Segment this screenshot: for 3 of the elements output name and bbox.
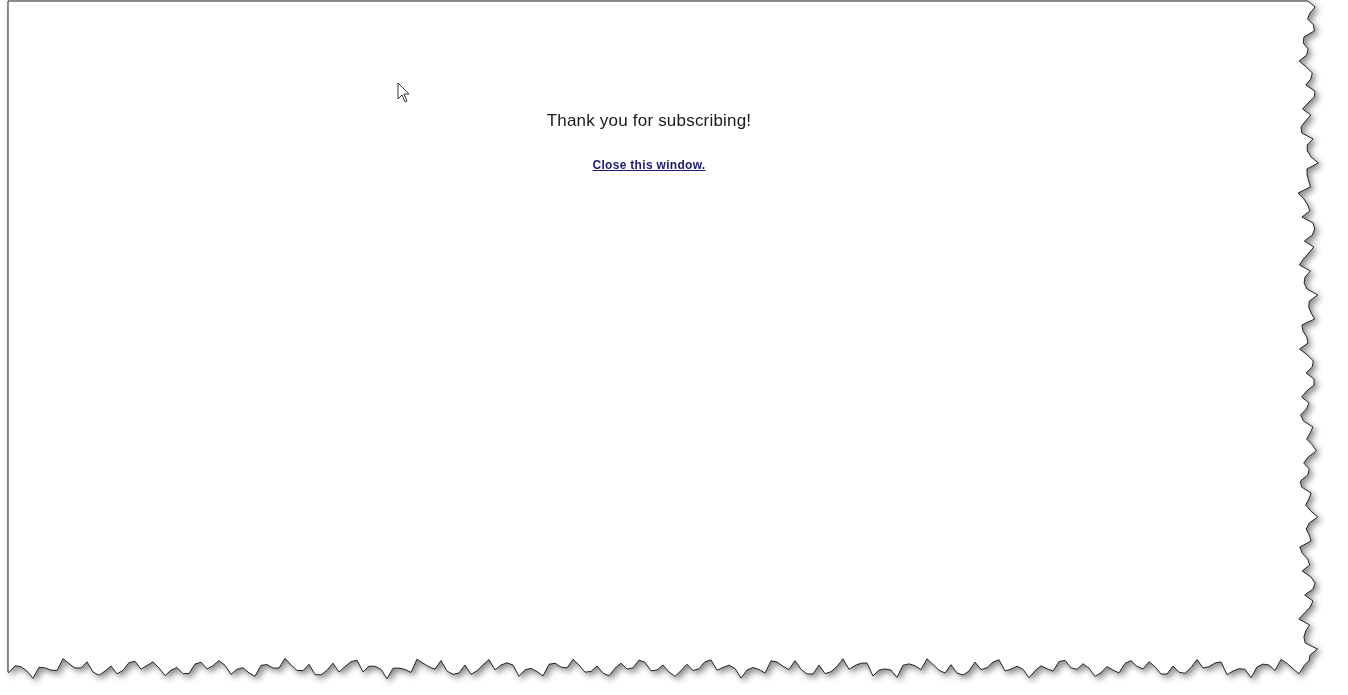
cursor-icon [397,82,411,104]
close-window-link[interactable]: Close this window. [592,158,706,172]
thank-you-message: Thank you for subscribing! [546,111,752,131]
